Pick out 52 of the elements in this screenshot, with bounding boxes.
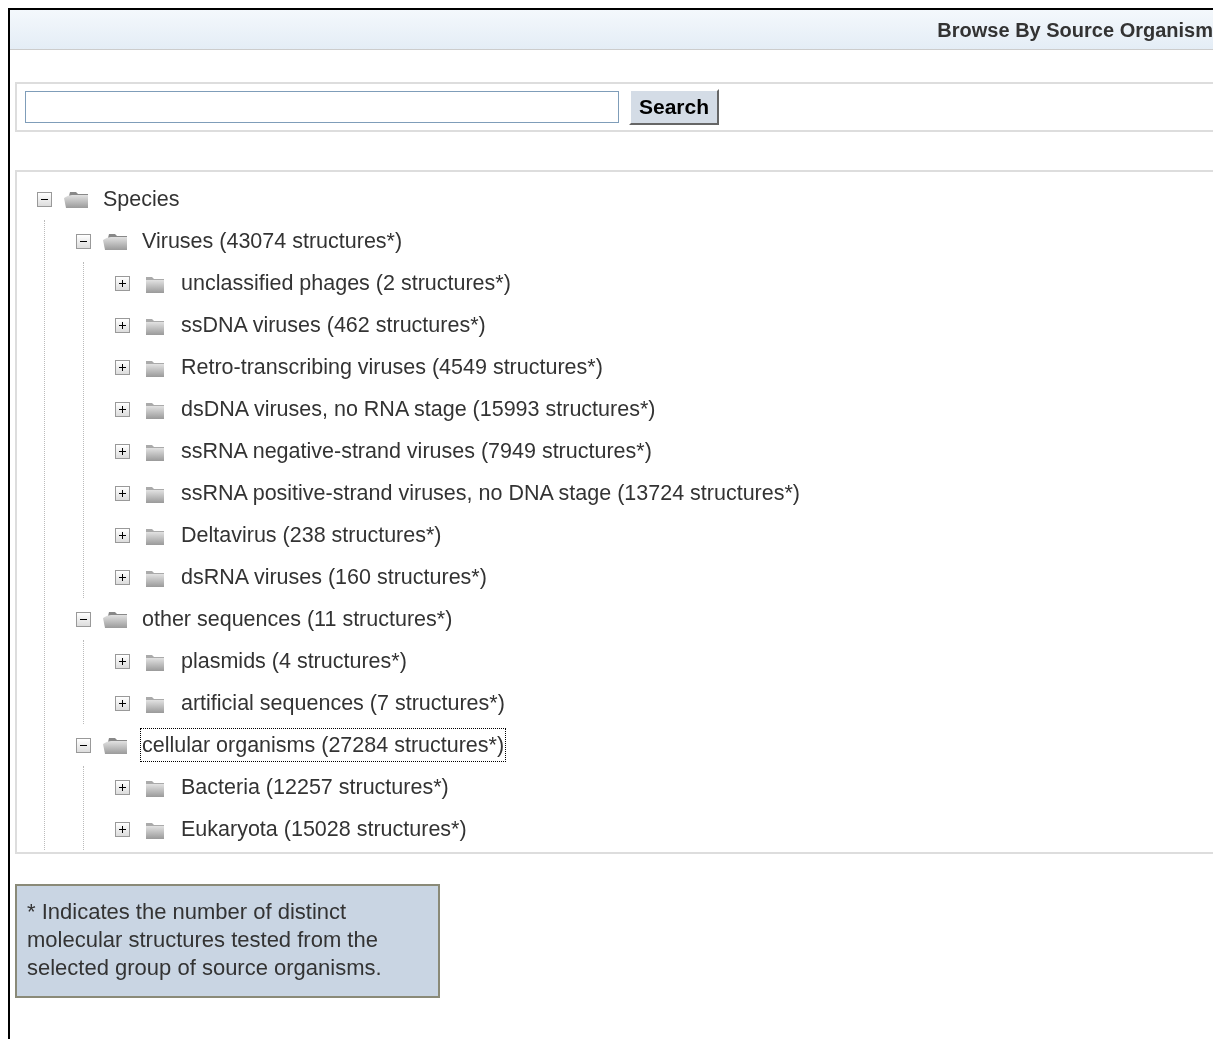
tree-item[interactable]: Eukaryota (15028 structures*) [180, 812, 468, 846]
collapse-toggle[interactable] [76, 611, 91, 627]
expand-toggle[interactable] [115, 569, 130, 585]
plus-icon [118, 656, 127, 666]
expand-toggle[interactable] [115, 401, 130, 417]
tree-item[interactable]: ssRNA negative-strand viruses (7949 structures*) [180, 434, 653, 468]
tree-item[interactable]: unclassified phages (2 structures*) [180, 266, 512, 300]
plus-icon [118, 320, 127, 330]
tree-item[interactable]: Bacteria (12257 structures*) [180, 770, 450, 804]
plus-icon [118, 572, 127, 582]
collapse-toggle[interactable] [76, 737, 91, 753]
expand-toggle[interactable] [115, 779, 130, 795]
tree-item[interactable]: dsDNA viruses, no RNA stage (15993 structures*) [180, 392, 657, 426]
plus-icon [118, 404, 127, 414]
tree-item[interactable]: plasmids (4 structures*) [180, 644, 408, 678]
expand-toggle[interactable] [115, 485, 130, 501]
expand-toggle[interactable] [115, 653, 130, 669]
plus-icon [118, 278, 127, 288]
tree-item[interactable]: ssDNA viruses (462 structures*) [180, 308, 487, 342]
plus-icon [118, 362, 127, 372]
plus-icon [118, 782, 127, 792]
collapse-toggle[interactable] [37, 191, 52, 207]
tree-item[interactable]: Retro-transcribing viruses (4549 structures*) [180, 350, 604, 384]
tree-item[interactable]: artificial sequences (7 structures*) [180, 686, 506, 720]
expand-toggle[interactable] [115, 359, 130, 375]
plus-icon [118, 824, 127, 834]
plus-icon [118, 446, 127, 456]
collapse-toggle[interactable] [76, 233, 91, 249]
tree-item[interactable]: cellular organisms (27284 structures*) [141, 728, 506, 762]
folder-icon [103, 609, 129, 629]
expand-toggle[interactable] [115, 317, 130, 333]
plus-icon [118, 698, 127, 708]
footnote: * Indicates the number of distinct molecular structures tested from the selected group of source organisms. [15, 884, 440, 998]
tree-item[interactable]: Species [102, 182, 181, 216]
expand-toggle[interactable] [115, 275, 130, 291]
folder-icon [103, 231, 129, 251]
folder-icon [64, 189, 90, 209]
tree-item[interactable]: dsRNA viruses (160 structures*) [180, 560, 488, 594]
tree-item[interactable]: other sequences (11 structures*) [141, 602, 454, 636]
expand-toggle[interactable] [115, 527, 130, 543]
search-button[interactable]: Search [629, 89, 720, 125]
plus-icon [118, 488, 127, 498]
page-title: Browse By Source Organism [937, 17, 1213, 43]
plus-icon [118, 530, 127, 540]
tree-item[interactable]: Viruses (43074 structures*) [141, 224, 404, 258]
tree-item[interactable]: ssRNA positive-strand viruses, no DNA stage (13724 structures*) [180, 476, 801, 510]
expand-toggle[interactable] [115, 821, 130, 837]
folder-icon [103, 735, 129, 755]
expand-toggle[interactable] [115, 443, 130, 459]
search-field[interactable] [25, 91, 619, 123]
expand-toggle[interactable] [115, 695, 130, 711]
tree-item[interactable]: Deltavirus (238 structures*) [180, 518, 443, 552]
